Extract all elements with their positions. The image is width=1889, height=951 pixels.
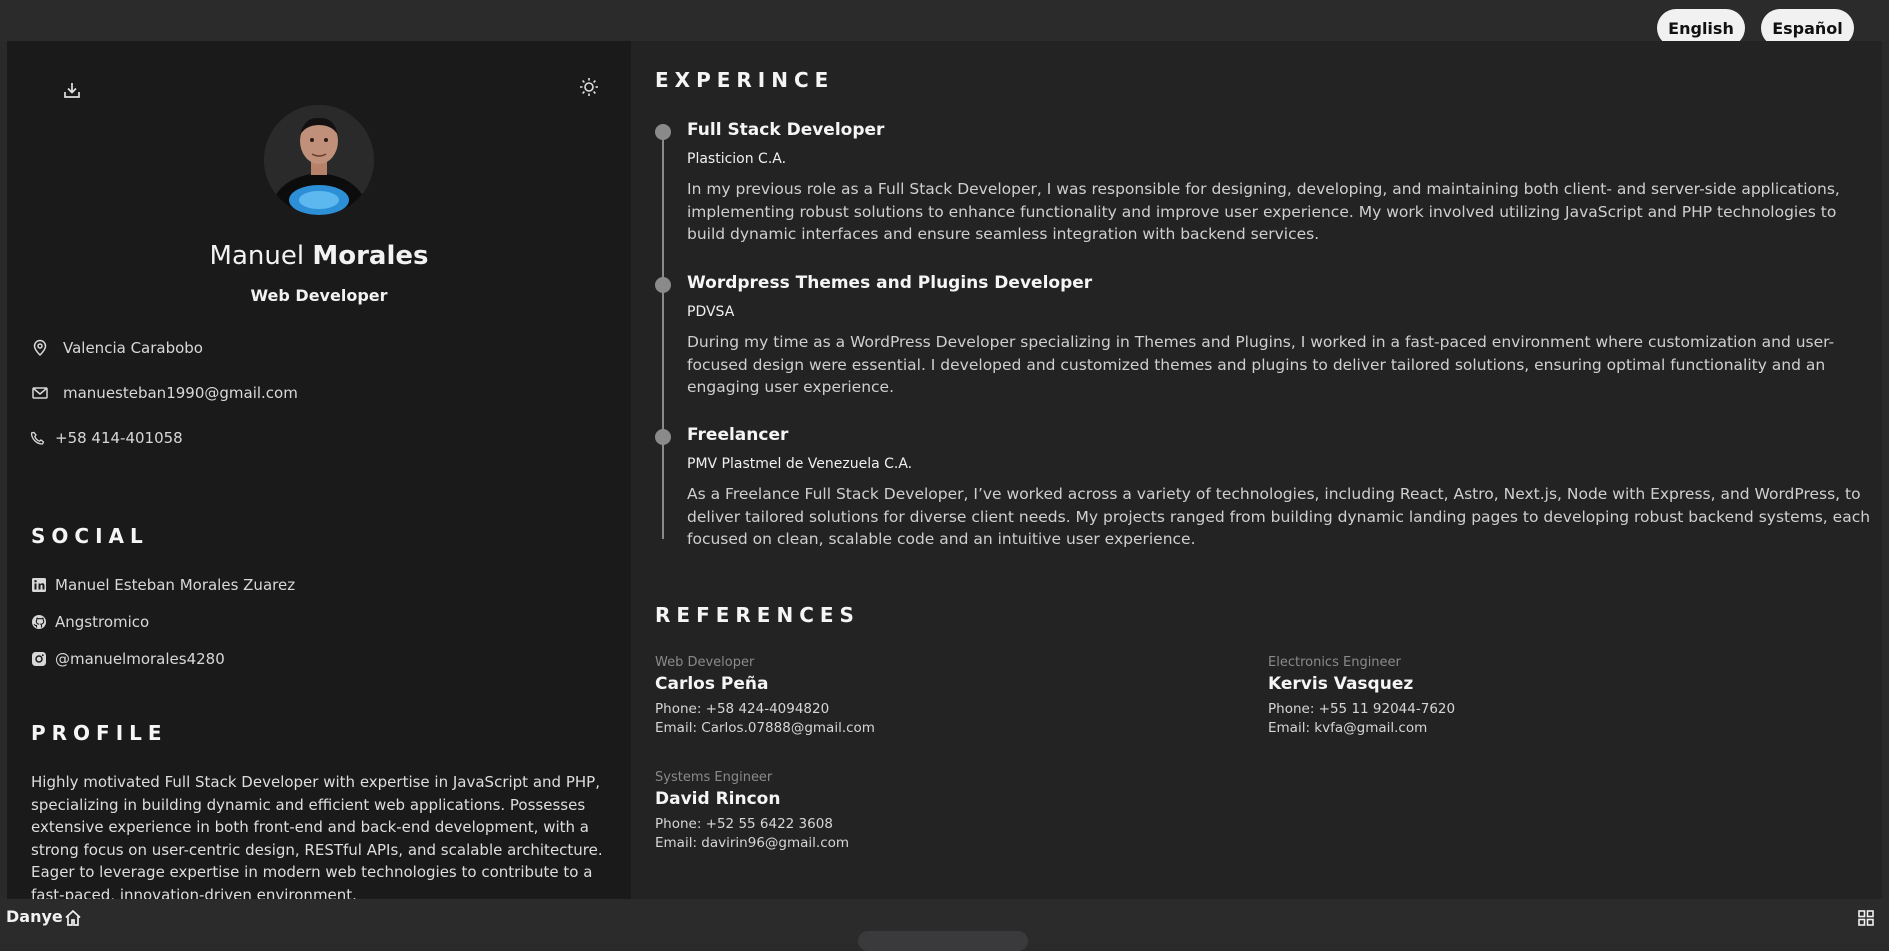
location-text: Valencia Carabobo bbox=[63, 339, 203, 357]
job-description: In my previous role as a Full Stack Deve… bbox=[687, 180, 1840, 243]
dock[interactable] bbox=[858, 931, 1028, 951]
email-text[interactable]: manuesteban1990@gmail.com bbox=[63, 384, 298, 402]
reference-phone: Phone: +52 55 6422 3608 bbox=[655, 816, 833, 832]
reference-email: Email: kvfa@gmail.com bbox=[1268, 720, 1428, 736]
job-description: As a Freelance Full Stack Developer, I’v… bbox=[687, 485, 1871, 548]
reference-role: Systems Engineer bbox=[655, 770, 773, 785]
timeline-dot bbox=[655, 429, 671, 445]
reference-role: Electronics Engineer bbox=[1268, 655, 1401, 670]
map-pin-icon bbox=[31, 339, 49, 357]
job-role: Web Developer bbox=[250, 286, 388, 305]
sun-icon[interactable] bbox=[579, 77, 599, 97]
full-name: Manuel Morales bbox=[7, 241, 631, 271]
home-icon[interactable] bbox=[63, 908, 83, 928]
timeline-dot bbox=[655, 124, 671, 140]
avatar bbox=[264, 105, 374, 215]
linkedin-icon bbox=[31, 577, 47, 593]
social-github[interactable]: Angstromico bbox=[31, 613, 149, 631]
social-linkedin[interactable]: Manuel Esteban Morales Zuarez bbox=[31, 576, 295, 594]
social-instagram[interactable]: @manuelmorales4280 bbox=[31, 650, 225, 668]
job-company: PDVSA bbox=[687, 304, 735, 320]
contact-email[interactable]: manuesteban1990@gmail.com bbox=[31, 384, 298, 402]
reference-card: Systems Engineer David Rincon Phone: +52… bbox=[655, 770, 1215, 853]
first-name: Manuel bbox=[209, 241, 305, 271]
grid-icon[interactable] bbox=[1857, 909, 1875, 927]
language-bar: English Español bbox=[0, 0, 1889, 47]
profile-title: PROFILE bbox=[31, 721, 168, 745]
reference-name: David Rincon bbox=[655, 789, 781, 809]
job-title: Freelancer bbox=[687, 425, 789, 445]
main-content: EXPERINCE Full Stack Developer Plasticio… bbox=[631, 41, 1882, 899]
social-title: SOCIAL bbox=[31, 524, 149, 548]
references-title: REFERENCES bbox=[655, 603, 860, 627]
reference-card: Electronics Engineer Kervis Vasquez Phon… bbox=[1268, 655, 1828, 738]
taskbar-label[interactable]: Danye bbox=[6, 907, 63, 926]
linkedin-text[interactable]: Manuel Esteban Morales Zuarez bbox=[55, 576, 295, 594]
timeline-dot bbox=[655, 277, 671, 293]
job-company: Plasticion C.A. bbox=[687, 151, 787, 167]
phone-icon bbox=[31, 431, 45, 445]
timeline-line bbox=[662, 129, 664, 539]
reference-email: Email: Carlos.07888@gmail.com bbox=[655, 720, 875, 736]
reference-name: Kervis Vasquez bbox=[1268, 674, 1414, 694]
profile-text: Highly motivated Full Stack Developer wi… bbox=[31, 773, 603, 899]
last-name: Morales bbox=[312, 241, 429, 271]
taskbar: Danye bbox=[0, 899, 1889, 951]
reference-name: Carlos Peña bbox=[655, 674, 769, 694]
experience-title: EXPERINCE bbox=[655, 68, 835, 92]
reference-phone: Phone: +55 11 92044-7620 bbox=[1268, 701, 1456, 717]
mail-icon bbox=[31, 384, 49, 402]
job-company: PMV Plastmel de Venezuela C.A. bbox=[687, 456, 913, 472]
job-description: During my time as a WordPress Developer … bbox=[687, 333, 1835, 396]
instagram-icon bbox=[31, 651, 47, 667]
reference-role: Web Developer bbox=[655, 655, 755, 670]
job-title: Wordpress Themes and Plugins Developer bbox=[687, 273, 1093, 293]
job-title: Full Stack Developer bbox=[687, 120, 885, 140]
github-text[interactable]: Angstromico bbox=[55, 613, 149, 631]
sidebar: Manuel Morales Web Developer Valencia Ca… bbox=[7, 41, 631, 899]
reference-card: Web Developer Carlos Peña Phone: +58 424… bbox=[655, 655, 1215, 738]
reference-phone: Phone: +58 424-4094820 bbox=[655, 701, 830, 717]
download-icon[interactable] bbox=[63, 81, 81, 99]
contact-phone[interactable]: +58 414-401058 bbox=[31, 429, 183, 447]
phone-text[interactable]: +58 414-401058 bbox=[55, 429, 183, 447]
instagram-text[interactable]: @manuelmorales4280 bbox=[55, 650, 225, 668]
contact-location: Valencia Carabobo bbox=[31, 339, 203, 357]
reference-email: Email: davirin96@gmail.com bbox=[655, 835, 850, 851]
github-icon bbox=[31, 614, 47, 630]
